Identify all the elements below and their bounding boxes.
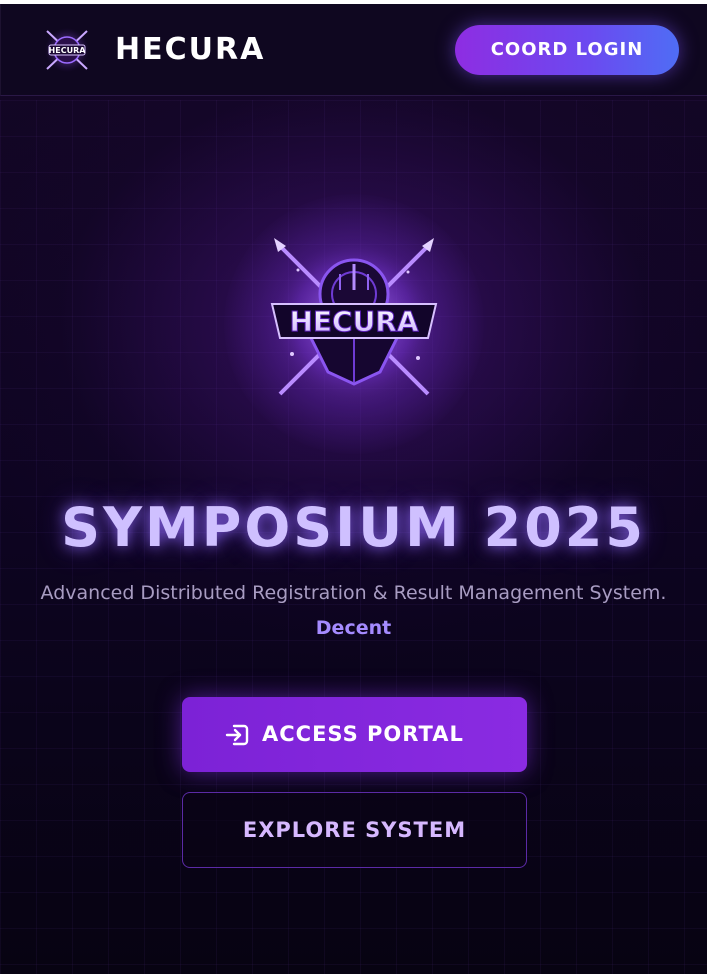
access-portal-button[interactable]: ACCESS PORTAL — [182, 697, 527, 772]
brand-name: HECURA — [115, 32, 266, 67]
explore-system-button[interactable]: EXPLORE SYSTEM — [182, 792, 527, 868]
page-title: SYMPOSIUM 2025 — [61, 496, 646, 559]
svg-text:HECURA: HECURA — [49, 46, 87, 55]
login-arrow-icon — [225, 724, 249, 746]
hecura-emblem-icon[interactable]: HECURA — [41, 27, 93, 73]
svg-text:HECURA: HECURA — [289, 305, 418, 338]
app-screen: HECURA HECURA COORD LOGIN HECURA SYMPOSI… — [0, 0, 707, 974]
coord-login-button[interactable]: COORD LOGIN — [455, 25, 679, 75]
top-navbar: HECURA HECURA COORD LOGIN — [0, 4, 707, 96]
hero-tagline: Decent — [315, 617, 392, 639]
hecura-emblem-icon: HECURA — [270, 236, 438, 404]
access-portal-label: ACCESS PORTAL — [262, 722, 464, 746]
hero-subtitle: Advanced Distributed Registration & Resu… — [40, 582, 667, 604]
